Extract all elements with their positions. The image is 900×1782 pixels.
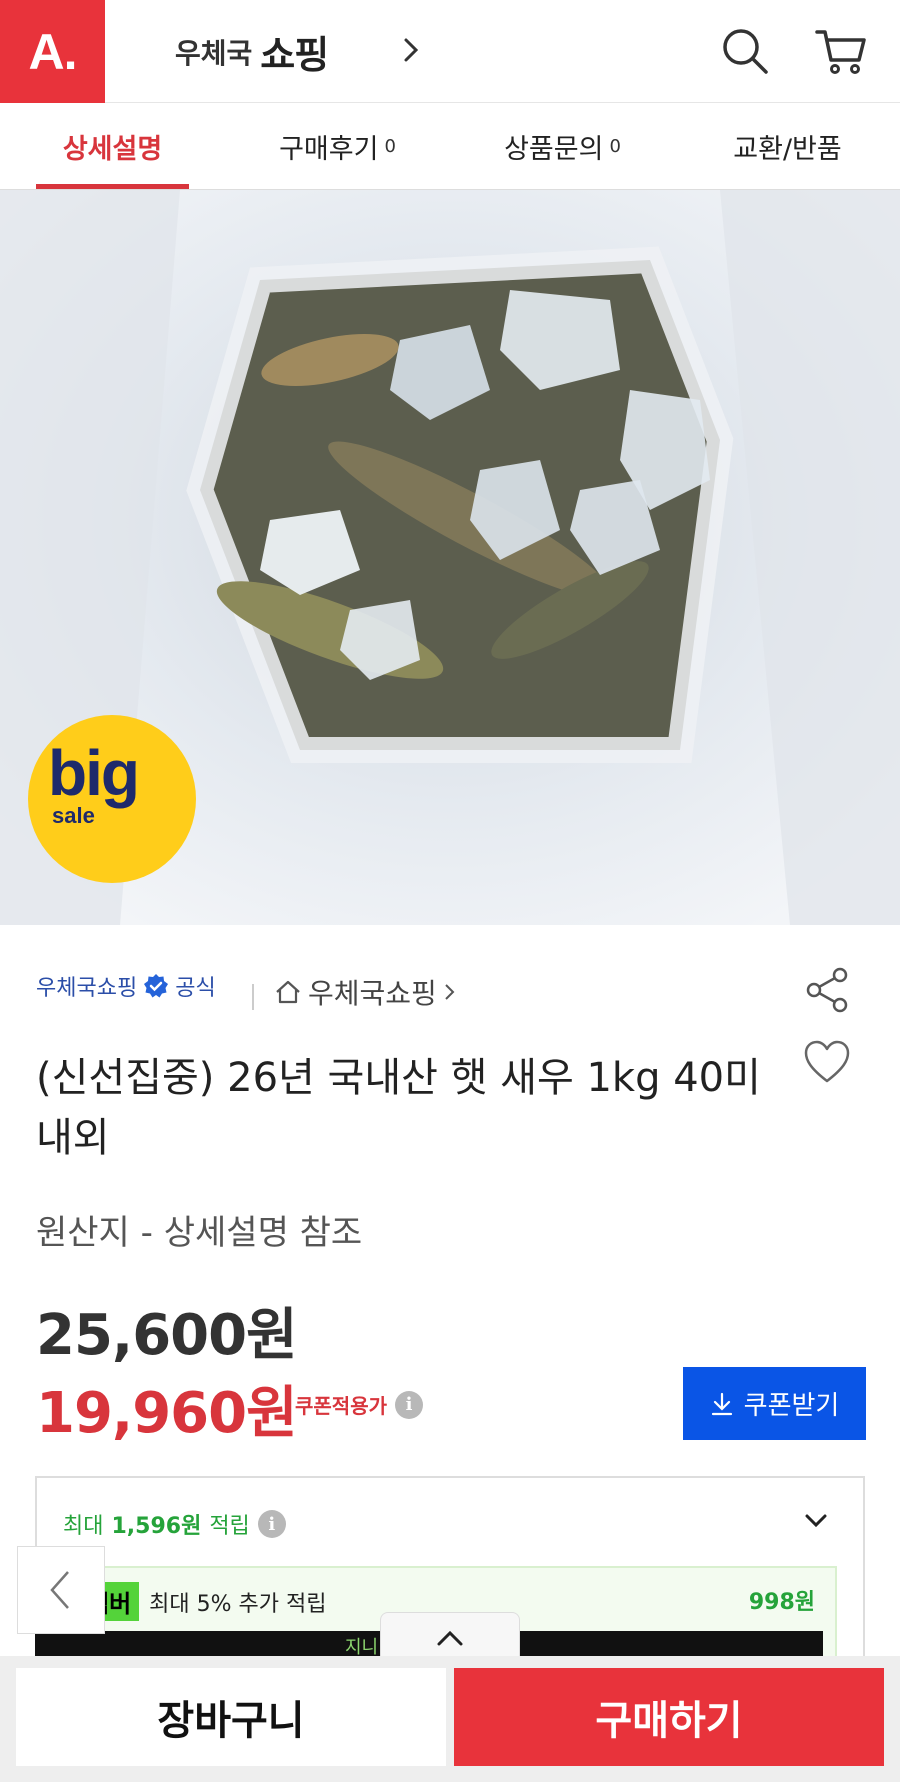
reward-suffix: 적립 [209, 1514, 250, 1539]
heart-icon[interactable] [800, 1036, 854, 1090]
verified-icon [144, 974, 169, 998]
tab-label: 구매후기 [279, 133, 379, 165]
tab-count: 0 [609, 135, 621, 157]
reward-prefix: 최대 [63, 1514, 104, 1539]
coupon-button-label: 쿠폰받기 [743, 1391, 840, 1421]
scroll-up-tab[interactable] [380, 1612, 520, 1662]
brand-small: 우체국 [175, 36, 253, 70]
original-price: 25,600원 [36, 1303, 298, 1368]
member-reward-text: 최대 5% 추가 적립 [149, 1591, 327, 1617]
seller-name: 우체국쇼핑 [36, 976, 138, 1001]
sale-price: 19,960원 [36, 1381, 298, 1446]
tab-reviews[interactable]: 구매후기 0 [225, 103, 450, 189]
detail-tabs: 상세설명 구매후기 0 상품문의 0 교환/반품 [0, 103, 900, 190]
product-title: (신선집중) 26년 국내산 햇 새우 1kg 40미내외 [36, 1055, 761, 1161]
tab-count: 0 [384, 135, 396, 157]
tab-label: 상세설명 [62, 133, 163, 165]
tab-label: 교환/반품 [733, 133, 842, 165]
badge-sale-text: sale [52, 803, 95, 828]
store-name: 우체국쇼핑 [308, 977, 437, 1010]
brand-big: 쇼핑 [260, 33, 329, 77]
coupon-download-button[interactable]: 쿠폰받기 [683, 1367, 866, 1440]
back-button[interactable] [17, 1546, 105, 1634]
coupon-price-note: 쿠폰적용가 i [295, 1390, 423, 1419]
member-reward-amount: 998원 [748, 1590, 815, 1615]
bottom-action-bar: 장바구니 구매하기 [0, 1656, 900, 1782]
store-link[interactable]: 우체국쇼핑 [274, 972, 457, 1012]
buy-now-button[interactable]: 구매하기 [454, 1668, 884, 1766]
seller-divider [252, 984, 254, 1010]
tab-label: 상품문의 [504, 133, 604, 165]
badge-big-text: big [48, 737, 140, 809]
brand-title[interactable]: 우체국 쇼핑 [175, 24, 329, 79]
home-icon [276, 980, 300, 1004]
chevron-up-icon [437, 1630, 463, 1645]
download-icon [711, 1392, 732, 1415]
add-to-cart-button[interactable]: 장바구니 [16, 1668, 446, 1766]
tab-inquiry[interactable]: 상품문의 0 [450, 103, 675, 189]
product-origin: 원산지 - 상세설명 참조 [36, 1213, 363, 1253]
reward-summary[interactable]: 최대 1,596원 적립 i [63, 1508, 286, 1540]
search-icon[interactable] [716, 22, 774, 80]
chevron-down-icon[interactable] [799, 1504, 833, 1538]
chevron-right-icon [445, 984, 455, 1000]
reward-amount: 1,596원 [111, 1514, 202, 1539]
official-label: 공식 [175, 976, 216, 1001]
coupon-note-label: 쿠폰적용가 [295, 1394, 387, 1418]
app-logo[interactable]: A. [0, 0, 105, 103]
cart-icon[interactable] [812, 22, 870, 80]
share-icon[interactable] [800, 963, 854, 1017]
info-icon[interactable]: i [395, 1390, 423, 1419]
top-header: A. 우체국 쇼핑 [0, 0, 900, 103]
info-icon[interactable]: i [257, 1510, 286, 1538]
tab-detail[interactable]: 상세설명 [0, 103, 225, 189]
chevron-left-icon [50, 1571, 69, 1609]
chevron-right-icon[interactable] [400, 32, 424, 68]
tab-exchange[interactable]: 교환/반품 [675, 103, 900, 189]
seller-row[interactable]: 우체국쇼핑 공식 [36, 970, 216, 1002]
